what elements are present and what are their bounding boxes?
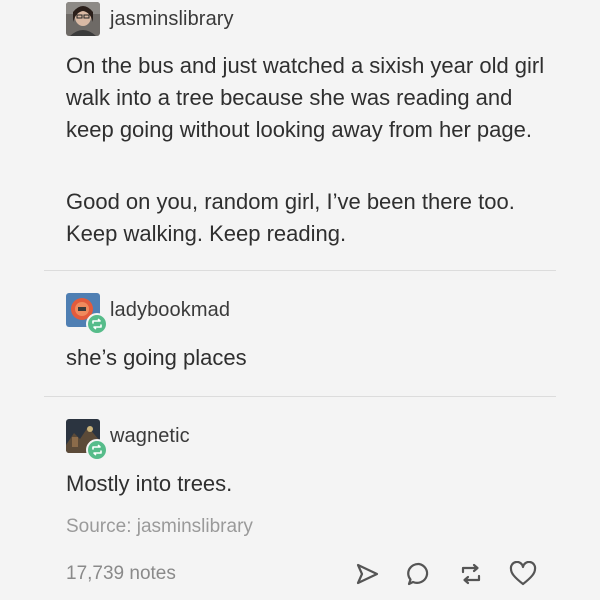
post-paragraph-2: Good on you, random girl, I’ve been ther… bbox=[66, 189, 515, 246]
reply-icon bbox=[407, 562, 429, 586]
post-paragraph-1: On the bus and just watched a sixish yea… bbox=[66, 53, 545, 142]
author-avatar[interactable] bbox=[66, 2, 100, 36]
post-actions bbox=[352, 559, 538, 589]
post-body: On the bus and just watched a sixish yea… bbox=[66, 50, 556, 146]
author-username[interactable]: jasminslibrary bbox=[110, 8, 234, 31]
notes-count[interactable]: 17,739 notes bbox=[66, 563, 176, 585]
reblog-header-2: wagnetic bbox=[66, 419, 556, 461]
reblog-body-1: she’s going places bbox=[66, 342, 556, 374]
like-icon bbox=[509, 561, 537, 586]
divider bbox=[44, 396, 556, 397]
share-button[interactable] bbox=[352, 559, 382, 589]
post-body-2: Good on you, random girl, I’ve been ther… bbox=[66, 186, 556, 250]
reblog-icon bbox=[86, 313, 108, 335]
reblog-header-1: ladybookmad bbox=[66, 293, 556, 335]
reblog-text-1: she’s going places bbox=[66, 345, 247, 370]
user-avatar-icon bbox=[66, 2, 100, 36]
post-source-link[interactable]: Source: jasminslibrary bbox=[66, 516, 253, 538]
reblog-username-1[interactable]: ladybookmad bbox=[110, 299, 230, 322]
reblog-icon bbox=[86, 439, 108, 461]
tumblr-post: jasminslibrary On the bus and just watch… bbox=[0, 0, 600, 600]
divider bbox=[44, 270, 556, 271]
share-icon bbox=[356, 563, 379, 585]
like-button[interactable] bbox=[508, 559, 538, 589]
reblog-avatar-1[interactable] bbox=[66, 293, 108, 335]
reblog-username-2[interactable]: wagnetic bbox=[110, 425, 190, 448]
post-header: jasminslibrary bbox=[66, 2, 556, 36]
reblog-body-2: Mostly into trees. bbox=[66, 468, 556, 500]
reply-button[interactable] bbox=[404, 559, 434, 589]
reblog-icon bbox=[461, 563, 481, 585]
reblog-avatar-2[interactable] bbox=[66, 419, 108, 461]
reblog-text-2: Mostly into trees. bbox=[66, 471, 233, 496]
reblog-button[interactable] bbox=[456, 559, 486, 589]
post-footer: 17,739 notes bbox=[66, 556, 538, 592]
